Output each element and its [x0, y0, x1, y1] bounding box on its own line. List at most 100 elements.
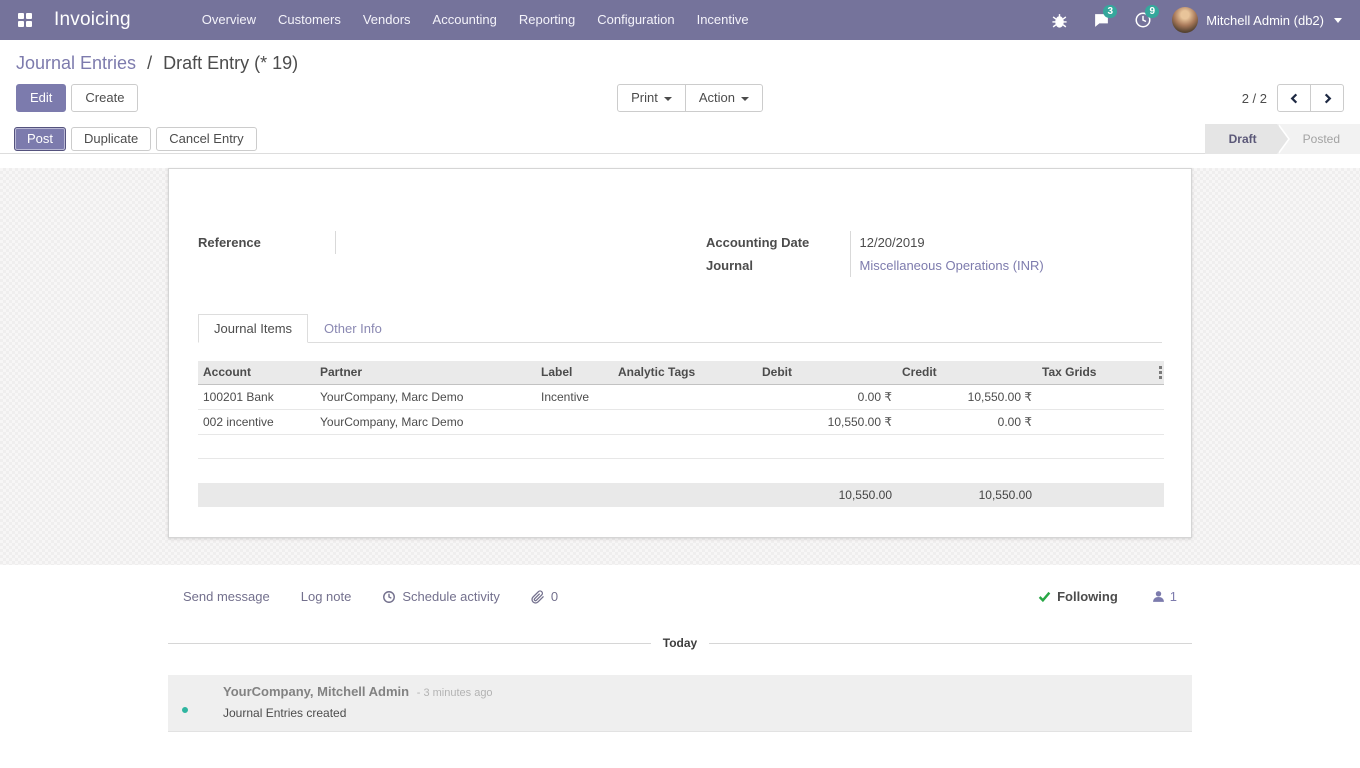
create-button[interactable]: Create: [71, 84, 138, 112]
table-row[interactable]: 002 incentive YourCompany, Marc Demo 10,…: [198, 409, 1164, 434]
user-name: Mitchell Admin (db2): [1206, 13, 1324, 28]
messages-icon[interactable]: 3: [1084, 0, 1118, 40]
table-row[interactable]: 100201 Bank YourCompany, Marc Demo Incen…: [198, 384, 1164, 409]
credit-total: 10,550.00: [897, 483, 1037, 507]
state-step-draft[interactable]: Draft: [1205, 124, 1277, 154]
column-header-credit[interactable]: Credit: [897, 361, 1037, 384]
check-icon: [1038, 590, 1051, 603]
menu-item-customers[interactable]: Customers: [267, 0, 352, 40]
form-view-background: Reference Accounting Date 12/20/2019 Jou…: [0, 168, 1360, 565]
activities-clock-icon[interactable]: 9: [1126, 0, 1160, 40]
cell-debit[interactable]: 0.00 ₹: [757, 384, 897, 409]
journal-field-label: Journal: [706, 254, 850, 277]
cell-tax-grids[interactable]: [1037, 384, 1156, 409]
cell-account[interactable]: 002 incentive: [198, 409, 315, 434]
duplicate-button[interactable]: Duplicate: [71, 127, 151, 151]
messages-badge: 3: [1103, 5, 1117, 18]
apps-menu-icon[interactable]: [14, 9, 36, 31]
pager-counter: 2 / 2: [1242, 91, 1267, 106]
column-header-account[interactable]: Account: [198, 361, 315, 384]
top-navbar: Invoicing Overview Customers Vendors Acc…: [0, 0, 1360, 40]
main-menu: Overview Customers Vendors Accounting Re…: [191, 0, 760, 40]
cell-debit[interactable]: 10,550.00 ₹: [757, 409, 897, 434]
cell-analytic-tags[interactable]: [613, 409, 757, 434]
column-header-tax-grids[interactable]: Tax Grids: [1037, 361, 1156, 384]
menu-item-incentive[interactable]: Incentive: [686, 0, 760, 40]
breadcrumb-separator: /: [141, 53, 158, 73]
cell-credit[interactable]: 0.00 ₹: [897, 409, 1037, 434]
debug-bug-icon[interactable]: [1042, 0, 1076, 40]
chevron-down-icon: [741, 97, 749, 101]
breadcrumb-parent-link[interactable]: Journal Entries: [16, 53, 136, 73]
menu-item-vendors[interactable]: Vendors: [352, 0, 422, 40]
schedule-activity-button[interactable]: Schedule activity: [382, 589, 500, 604]
cell-partner[interactable]: YourCompany, Marc Demo: [315, 384, 536, 409]
paperclip-icon: [531, 590, 545, 604]
column-header-analytic-tags[interactable]: Analytic Tags: [613, 361, 757, 384]
column-header-partner[interactable]: Partner: [315, 361, 536, 384]
debit-total: 10,550.00: [757, 483, 897, 507]
column-header-debit[interactable]: Debit: [757, 361, 897, 384]
breadcrumb: Journal Entries / Draft Entry (* 19): [16, 50, 1344, 76]
navbar-systray: 3 9 Mitchell Admin (db2): [1042, 0, 1346, 40]
tab-journal-items[interactable]: Journal Items: [198, 314, 308, 343]
following-toggle[interactable]: Following: [1038, 589, 1118, 604]
cell-label[interactable]: Incentive: [536, 384, 613, 409]
message-author[interactable]: YourCompany, Mitchell Admin: [223, 684, 409, 699]
send-message-button[interactable]: Send message: [183, 589, 270, 604]
user-avatar: [1172, 7, 1198, 33]
action-dropdown-button[interactable]: Action: [685, 84, 763, 112]
edit-button[interactable]: Edit: [16, 84, 66, 112]
table-header-row: Account Partner Label Analytic Tags Debi…: [198, 361, 1164, 384]
print-dropdown-button[interactable]: Print: [617, 84, 686, 112]
totals-row: 10,550.00 10,550.00: [198, 483, 1164, 507]
attachments-button[interactable]: 0: [531, 589, 558, 604]
accounting-date-field-label: Accounting Date: [706, 231, 850, 254]
breadcrumb-current: Draft Entry (* 19): [163, 53, 298, 73]
cell-analytic-tags[interactable]: [613, 384, 757, 409]
followers-button[interactable]: 1: [1152, 589, 1177, 604]
attachment-count: 0: [551, 589, 558, 604]
column-header-label[interactable]: Label: [536, 361, 613, 384]
cell-partner[interactable]: YourCompany, Marc Demo: [315, 409, 536, 434]
accounting-date-field-value[interactable]: 12/20/2019: [850, 231, 1162, 254]
reference-field-value[interactable]: [335, 231, 680, 254]
date-divider-label: Today: [651, 636, 709, 650]
user-menu[interactable]: Mitchell Admin (db2): [1168, 7, 1346, 33]
activities-badge: 9: [1145, 5, 1159, 18]
cell-credit[interactable]: 10,550.00 ₹: [897, 384, 1037, 409]
cancel-entry-button[interactable]: Cancel Entry: [156, 127, 256, 151]
tab-other-info[interactable]: Other Info: [308, 314, 398, 343]
menu-item-accounting[interactable]: Accounting: [422, 0, 508, 40]
clock-icon: [382, 590, 396, 604]
control-panel: Journal Entries / Draft Entry (* 19) Edi…: [0, 40, 1360, 124]
field-group: Reference Accounting Date 12/20/2019 Jou…: [198, 231, 1162, 277]
cell-tax-grids[interactable]: [1037, 409, 1156, 434]
cell-account[interactable]: 100201 Bank: [198, 384, 315, 409]
app-title[interactable]: Invoicing: [54, 9, 131, 31]
person-icon: [1152, 590, 1165, 603]
menu-item-configuration[interactable]: Configuration: [586, 0, 685, 40]
log-note-button[interactable]: Log note: [301, 589, 352, 604]
chatter-message[interactable]: YourCompany, Mitchell Admin - 3 minutes …: [168, 675, 1192, 732]
control-panel-buttons-row: Edit Create Print Action 2 / 2: [16, 84, 1344, 124]
optional-columns-icon[interactable]: [1156, 366, 1164, 379]
pager-previous-button[interactable]: [1277, 84, 1311, 112]
menu-item-reporting[interactable]: Reporting: [508, 0, 586, 40]
optional-columns-header: [1156, 361, 1164, 384]
online-status-dot: [180, 705, 190, 715]
journal-field-link[interactable]: Miscellaneous Operations (INR): [860, 258, 1044, 273]
pager-next-button[interactable]: [1310, 84, 1344, 112]
chevron-down-icon: [664, 97, 672, 101]
chevron-down-icon: [1334, 18, 1342, 23]
apps-grid-icon: [18, 13, 32, 27]
message-timestamp: - 3 minutes ago: [417, 687, 493, 699]
form-sheet: Reference Accounting Date 12/20/2019 Jou…: [168, 168, 1192, 538]
date-divider: Today: [168, 636, 1192, 650]
form-statusbar: Post Duplicate Cancel Entry Draft Posted: [0, 124, 1360, 154]
chatter-toolbar: Send message Log note Schedule activity …: [168, 565, 1192, 622]
post-button[interactable]: Post: [14, 127, 66, 151]
message-body: Journal Entries created: [223, 706, 493, 720]
cell-label[interactable]: [536, 409, 613, 434]
menu-item-overview[interactable]: Overview: [191, 0, 267, 40]
